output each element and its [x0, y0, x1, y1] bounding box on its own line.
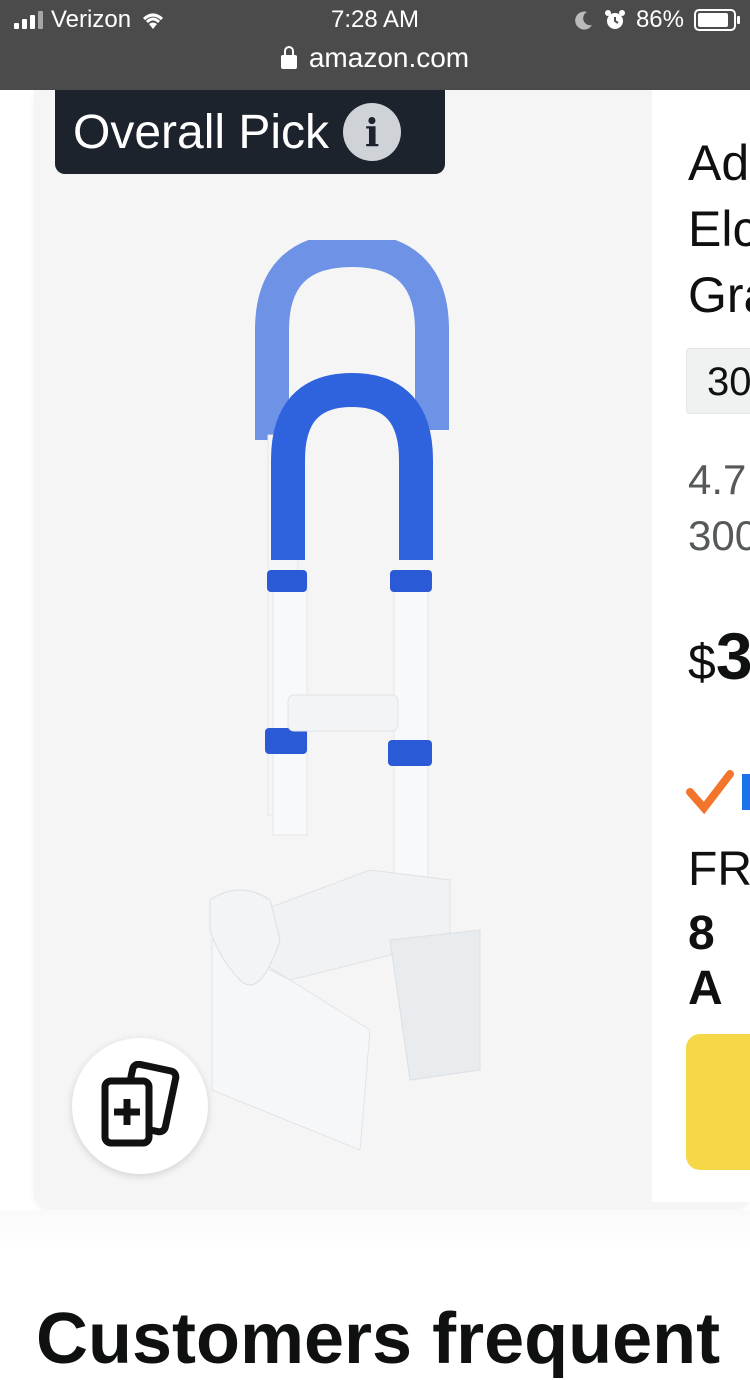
url-text: amazon.com	[308, 42, 470, 73]
section-divider	[0, 1210, 750, 1250]
badge-label: Overall Pick	[73, 105, 330, 159]
title-line-3: Gra	[688, 267, 750, 323]
alarm-icon	[604, 10, 625, 29]
moon-icon	[575, 11, 592, 30]
price-digit: 3	[715, 619, 750, 693]
rating-value: 4.7	[688, 456, 747, 503]
overall-pick-badge: Overall Pick i	[55, 90, 445, 174]
compare-cards-icon	[101, 1061, 180, 1147]
add-to-cart-button[interactable]	[686, 1034, 750, 1170]
status-right: 86%	[574, 6, 740, 34]
status-bar: Verizon 7:28 AM 86% amazon.com	[0, 0, 750, 90]
rating-count: 300	[688, 512, 750, 559]
section-heading: Customers frequent	[36, 1299, 721, 1379]
info-icon[interactable]: i	[343, 103, 402, 161]
title-line-2: Elc	[688, 201, 750, 257]
price-symbol: $	[688, 634, 716, 690]
battery-percent: 86%	[635, 6, 684, 33]
address-bar[interactable]: amazon.com	[0, 42, 750, 74]
battery-icon	[694, 9, 740, 31]
lock-icon	[280, 46, 297, 69]
prime-check-icon	[686, 770, 750, 815]
compare-button[interactable]	[72, 1038, 208, 1174]
size-chip[interactable]: 30	[686, 348, 750, 414]
rating-block[interactable]: 4.7 300	[688, 452, 750, 564]
free-delivery-text: FR	[688, 843, 750, 896]
title-line-1: Ad	[688, 135, 750, 191]
price: $3	[688, 618, 750, 694]
product-image[interactable]	[180, 240, 500, 1160]
delivery-date: 8 A	[688, 907, 723, 1015]
product-title[interactable]: Ad Elc Gra	[688, 130, 750, 328]
